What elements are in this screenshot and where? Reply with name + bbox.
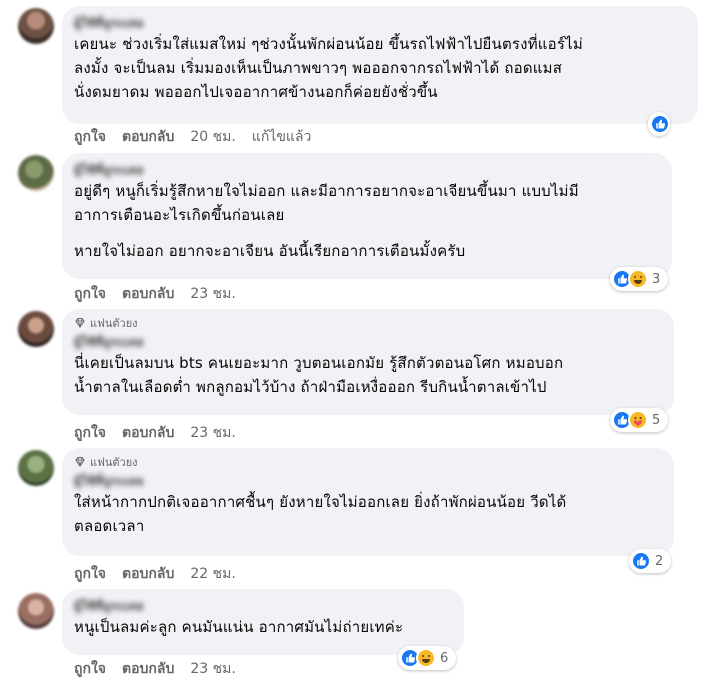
reaction-count: 2 — [655, 553, 664, 569]
timestamp[interactable]: 23 ชม. — [190, 283, 235, 305]
reaction-count: 5 — [652, 412, 661, 428]
like-button[interactable]: ถูกใจ — [74, 283, 106, 305]
reply-button[interactable]: ตอบกลับ — [122, 563, 174, 585]
commenter-name[interactable]: ผู้ใช้ที่ถูกเบลอ — [74, 472, 662, 490]
top-fan-badge[interactable]: แฟนตัวยง — [74, 315, 662, 331]
reply-button[interactable]: ตอบกลับ — [122, 422, 174, 444]
like-button[interactable]: ถูกใจ — [74, 563, 106, 585]
comment-text: ใส่หน้ากากปกติเจออากาศชื้นๆ ยังหายใจไม่อ… — [74, 493, 567, 535]
avatar[interactable] — [18, 155, 54, 191]
commenter-name[interactable]: ผู้ใช้ที่ถูกเบลอ — [74, 161, 660, 179]
avatar[interactable] — [18, 593, 54, 629]
like-button[interactable]: ถูกใจ — [74, 126, 106, 148]
comment-bubble: ผู้ใช้ที่ถูกเบลอ เคยนะ ช่วงเริ่มใส่แมสให… — [62, 6, 698, 124]
diamond-icon — [75, 456, 85, 467]
haha-reaction-icon — [416, 648, 436, 668]
comment-text: หนูเป็นลมค่ะลูก คนมันแน่น อากาศมันไม่ถ่า… — [74, 618, 404, 636]
reaction-summary[interactable] — [648, 112, 670, 136]
like-button[interactable]: ถูกใจ — [74, 422, 106, 444]
haha-reaction-icon — [628, 269, 648, 289]
comment-actions: ถูกใจ ตอบกลับ 20 ชม. แก้ไขแล้ว — [74, 126, 311, 148]
reaction-summary[interactable]: 6 — [398, 646, 457, 670]
commenter-name[interactable]: ผู้ใช้ที่ถูกเบลอ — [74, 333, 662, 351]
reply-button[interactable]: ตอบกลับ — [122, 658, 174, 680]
timestamp[interactable]: 23 ชม. — [190, 658, 235, 680]
like-button[interactable]: ถูกใจ — [74, 658, 106, 680]
commenter-name[interactable]: ผู้ใช้ที่ถูกเบลอ — [74, 597, 452, 615]
timestamp[interactable]: 22 ชม. — [190, 563, 235, 585]
avatar[interactable] — [18, 450, 54, 486]
reaction-count: 3 — [652, 271, 661, 287]
reply-button[interactable]: ตอบกลับ — [122, 126, 174, 148]
reaction-summary[interactable]: 3 — [610, 267, 669, 291]
comment-bubble: แฟนตัวยง ผู้ใช้ที่ถูกเบลอ ใส่หน้ากากปกติ… — [62, 448, 674, 556]
comment-actions: ถูกใจ ตอบกลับ 23 ชม. — [74, 422, 252, 444]
comment-text-second-paragraph: หายใจไม่ออก อยากจะอาเจียน อันนี้เรียกอาก… — [74, 242, 466, 260]
comment-actions: ถูกใจ ตอบกลับ 22 ชม. — [74, 563, 252, 585]
reaction-count: 6 — [440, 650, 449, 666]
commenter-name[interactable]: ผู้ใช้ที่ถูกเบลอ — [74, 14, 686, 32]
comment-actions: ถูกใจ ตอบกลับ 23 ชม. — [74, 658, 252, 680]
top-fan-label: แฟนตัวยง — [90, 317, 138, 330]
top-fan-label: แฟนตัวยง — [90, 456, 138, 469]
reaction-summary[interactable]: 2 — [629, 549, 672, 573]
timestamp[interactable]: 20 ชม. — [190, 126, 235, 148]
avatar[interactable] — [18, 311, 54, 347]
diamond-icon — [75, 317, 85, 328]
comment-actions: ถูกใจ ตอบกลับ 23 ชม. — [74, 283, 252, 305]
edited-label[interactable]: แก้ไขแล้ว — [252, 126, 312, 148]
reaction-summary[interactable]: 5 — [610, 408, 669, 432]
comment-bubble: แฟนตัวยง ผู้ใช้ที่ถูกเบลอ นี่เคยเป็นลมบน… — [62, 309, 674, 415]
comment-text: เคยนะ ช่วงเริ่มใส่แมสใหม่ ๆช่วงนั้นพักผ่… — [74, 35, 583, 101]
comment-text: นี่เคยเป็นลมบน bts คนเยอะมาก วูบตอนเอกมั… — [74, 354, 564, 396]
like-reaction-icon — [650, 114, 670, 134]
like-reaction-icon — [631, 551, 651, 571]
timestamp[interactable]: 23 ชม. — [190, 422, 235, 444]
top-fan-badge[interactable]: แฟนตัวยง — [74, 454, 662, 470]
comment-text: อยู่ดีๆ หนูก็เริ่มรู้สึกหายใจไม่ออก และม… — [74, 182, 579, 224]
care-reaction-icon — [628, 410, 648, 430]
comment-bubble: ผู้ใช้ที่ถูกเบลอ หนูเป็นลมค่ะลูก คนมันแน… — [62, 589, 464, 655]
reply-button[interactable]: ตอบกลับ — [122, 283, 174, 305]
avatar[interactable] — [18, 8, 54, 44]
comment-bubble: ผู้ใช้ที่ถูกเบลอ อยู่ดีๆ หนูก็เริ่มรู้สึ… — [62, 153, 672, 279]
